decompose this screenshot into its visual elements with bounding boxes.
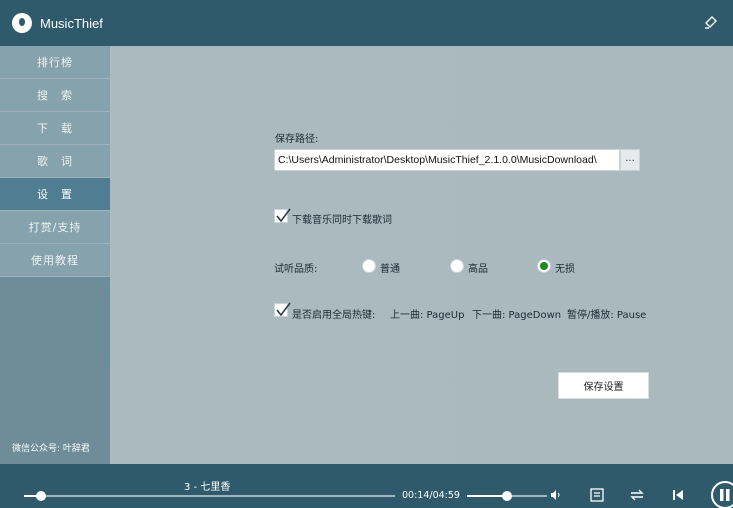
progress-thumb[interactable] (36, 491, 46, 501)
sidebar-item-tutorial[interactable]: 使用教程 (0, 244, 110, 277)
previous-track-icon[interactable] (669, 486, 687, 504)
title-bar: MusicThief (0, 0, 733, 46)
playback-time: 00:14/04:59 (402, 490, 460, 501)
player-bar: 3 - 七里香 00:14/04:59 (0, 464, 733, 508)
sidebar: 排行榜 搜 索 下 载 歌 词 设 置 打赏/支持 使用教程 微信公众号: 叶辞… (0, 46, 110, 464)
play-pause-button[interactable] (711, 481, 733, 508)
download-lyrics-label: 下载音乐同时下载歌词 (292, 215, 392, 226)
lyrics-icon[interactable] (588, 486, 606, 504)
app-title: MusicThief (40, 15, 103, 31)
quality-radio-high[interactable] (450, 259, 464, 273)
volume-fill (467, 495, 507, 497)
quality-radio-normal[interactable] (362, 259, 376, 273)
sidebar-item-download[interactable]: 下 载 (0, 112, 110, 145)
global-hotkey-label: 是否启用全局热键: (292, 310, 376, 321)
quality-radio-lossless[interactable] (537, 259, 551, 273)
settings-panel: 保存路径: C:\Users\Administrator\Desktop\Mus… (110, 46, 733, 464)
quality-option-lossless: 无损 (555, 264, 575, 275)
quality-label: 试听品质: (274, 264, 318, 275)
app-logo-icon (12, 13, 32, 33)
wechat-account-text: 微信公众号: 叶辞君 (12, 444, 90, 454)
save-path-input[interactable]: C:\Users\Administrator\Desktop\MusicThie… (274, 149, 620, 171)
sidebar-item-search[interactable]: 搜 索 (0, 79, 110, 112)
download-lyrics-checkbox[interactable] (274, 208, 291, 223)
progress-track[interactable] (24, 495, 395, 497)
hotkey-prev-text: 上一曲: PageUp (390, 310, 465, 321)
checkmark-icon (276, 302, 291, 317)
quality-option-high: 高品 (468, 264, 488, 275)
speaker-icon[interactable] (550, 489, 562, 501)
repeat-icon[interactable] (628, 486, 646, 504)
volume-thumb[interactable] (502, 491, 512, 501)
now-playing-title: 3 - 七里香 (184, 482, 231, 493)
hotkey-pause-text: 暂停/播放: Pause (567, 310, 647, 321)
sidebar-item-lyrics[interactable]: 歌 词 (0, 145, 110, 178)
browse-button[interactable]: ... (620, 149, 640, 171)
sidebar-item-ranking[interactable]: 排行榜 (0, 46, 110, 79)
hotkey-next-text: 下一曲: PageDown (472, 310, 562, 321)
checkmark-icon (276, 208, 291, 223)
save-settings-button[interactable]: 保存设置 (558, 372, 649, 399)
global-hotkey-checkbox[interactable] (274, 302, 291, 317)
sidebar-item-donate[interactable]: 打赏/支持 (0, 211, 110, 244)
sidebar-item-settings[interactable]: 设 置 (0, 178, 110, 211)
skin-icon[interactable] (703, 14, 719, 30)
pause-icon (720, 489, 730, 501)
save-path-label: 保存路径: (275, 134, 319, 145)
quality-option-normal: 普通 (380, 264, 400, 275)
